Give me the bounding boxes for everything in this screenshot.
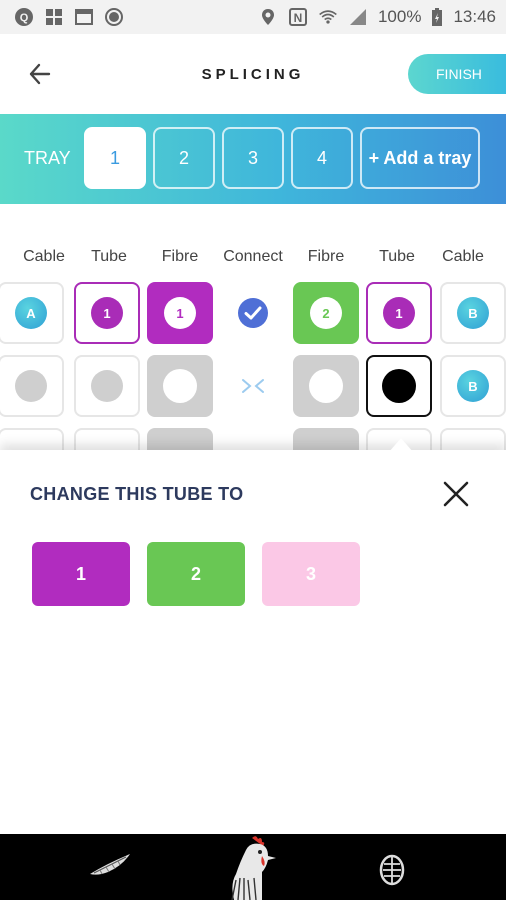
status-right: N 100% 13:46	[258, 7, 496, 27]
clock-time: 13:46	[453, 7, 496, 26]
cable-badge: B	[457, 370, 489, 402]
connect-cell[interactable]	[220, 355, 286, 417]
sheet-title: CHANGE THIS TUBE TO	[30, 484, 244, 504]
empty-slot	[91, 370, 123, 402]
tray-4-button[interactable]: 4	[291, 127, 353, 189]
disconnected-icon	[242, 379, 264, 393]
tray-3-button[interactable]: 3	[222, 127, 284, 189]
finish-button[interactable]: FINISH	[408, 54, 506, 94]
status-bar: Q N 100% 13:46	[0, 0, 506, 34]
left-cable-cell[interactable]	[0, 355, 64, 417]
column-header-tube-right: Tube	[379, 248, 415, 265]
tray-2-button[interactable]: 2	[153, 127, 215, 189]
bottom-nav	[0, 834, 506, 900]
signal-icon	[349, 9, 366, 25]
app-header: SPLICING FINISH	[0, 34, 506, 114]
svg-text:Q: Q	[20, 12, 29, 24]
footprint-icon[interactable]	[372, 848, 412, 888]
close-button[interactable]	[440, 478, 472, 510]
tray-selector: TRAY 1 2 3 4 + Add a tray	[0, 114, 506, 204]
empty-slot	[15, 370, 47, 402]
battery-icon	[432, 8, 443, 26]
rooster-icon[interactable]	[222, 834, 284, 900]
empty-slot	[309, 369, 343, 403]
tube-option-2[interactable]: 2	[147, 542, 245, 606]
gallery-icon	[46, 9, 62, 25]
calendar-icon	[75, 9, 93, 25]
nfc-icon: N	[288, 8, 307, 26]
empty-slot	[163, 369, 197, 403]
left-tube-cell[interactable]	[74, 355, 140, 417]
right-fibre-cell[interactable]	[293, 355, 359, 417]
right-cable-cell[interactable]: B	[440, 282, 506, 344]
change-tube-sheet: CHANGE THIS TUBE TO 1 2 3	[0, 450, 506, 834]
tube-option-1[interactable]: 1	[32, 542, 130, 606]
status-left: Q	[14, 7, 124, 27]
right-tube-cell[interactable]: 1	[366, 282, 432, 344]
location-icon	[261, 9, 274, 25]
connect-cell[interactable]	[220, 282, 286, 344]
tray-label: TRAY	[24, 148, 71, 168]
left-tube-cell[interactable]: 1	[74, 282, 140, 344]
left-fibre-cell[interactable]	[147, 355, 213, 417]
right-cable-cell[interactable]: B	[440, 355, 506, 417]
fibre-badge: 1	[164, 297, 196, 329]
column-header-cable-left: Cable	[23, 248, 65, 265]
sheet-pointer	[389, 438, 413, 452]
tube-badge: 1	[91, 297, 123, 329]
column-header-connect: Connect	[223, 248, 283, 265]
svg-text:N: N	[294, 11, 303, 25]
tube-badge: 1	[383, 297, 415, 329]
add-tray-button[interactable]: + Add a tray	[360, 127, 480, 189]
battery-percent: 100%	[377, 7, 422, 26]
right-tube-cell-selected[interactable]	[366, 355, 432, 417]
column-header-fibre-right: Fibre	[307, 248, 345, 265]
wifi-icon	[319, 10, 337, 24]
close-icon	[443, 481, 469, 507]
selected-tube-dot	[382, 369, 416, 403]
record-icon	[105, 8, 123, 26]
check-circle-icon	[238, 298, 268, 328]
left-cable-cell[interactable]: A	[0, 282, 64, 344]
column-header-cable-right: Cable	[442, 248, 484, 265]
left-fibre-cell[interactable]: 1	[147, 282, 213, 344]
fibre-badge: 2	[310, 297, 342, 329]
column-header-tube-left: Tube	[91, 248, 127, 265]
notification-app-icon: Q	[15, 8, 33, 26]
column-header-fibre-left: Fibre	[161, 248, 199, 265]
cable-badge: B	[457, 297, 489, 329]
right-fibre-cell[interactable]: 2	[293, 282, 359, 344]
cable-badge: A	[15, 297, 47, 329]
tray-1-button[interactable]: 1	[84, 127, 146, 189]
tube-option-3[interactable]: 3	[262, 542, 360, 606]
feather-icon[interactable]	[88, 852, 132, 878]
